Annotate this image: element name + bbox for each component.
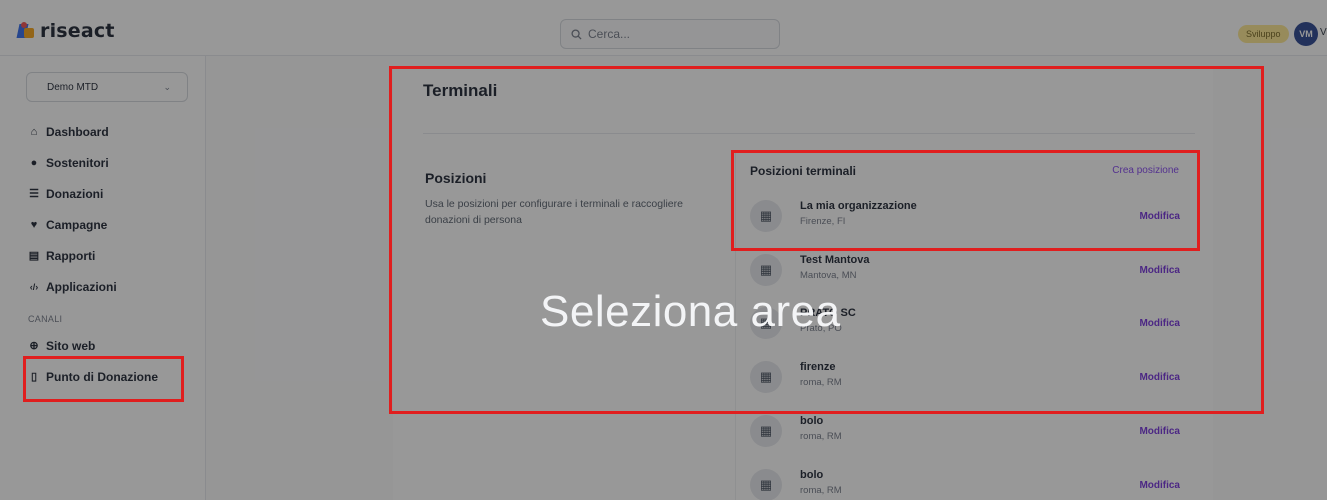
highlight-box-sidebar-item — [23, 356, 184, 402]
highlight-box-first-row — [731, 150, 1200, 251]
